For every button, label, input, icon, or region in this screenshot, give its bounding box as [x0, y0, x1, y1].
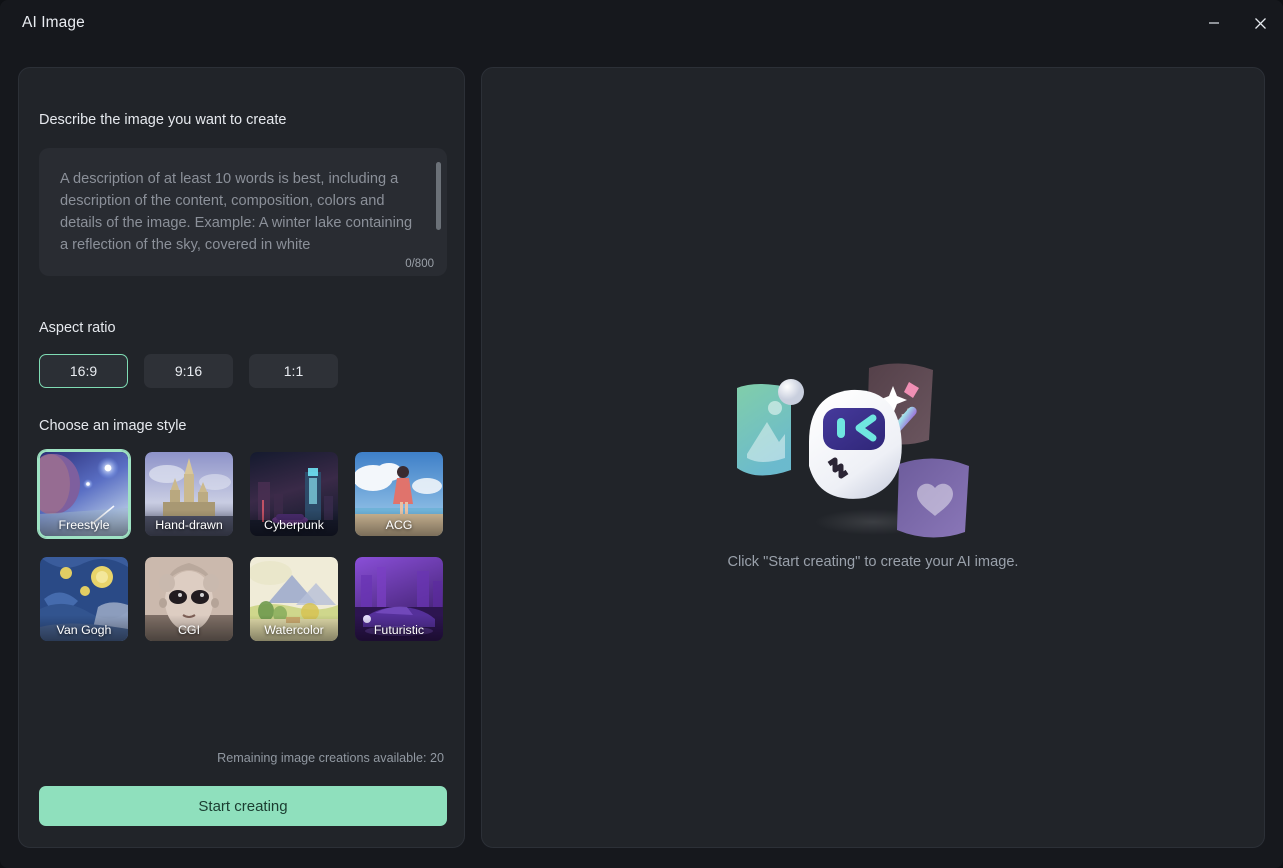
- style-card-cgi-label: CGI: [177, 623, 201, 637]
- style-card-cyberpunk-label: Cyberpunk: [264, 518, 324, 532]
- aspect-ratio-16-9-label: 16:9: [69, 363, 98, 379]
- remaining-credits-text: Remaining image creations available: 20: [217, 751, 444, 765]
- prompt-label: Describe the image you want to create: [39, 112, 287, 128]
- prompt-input[interactable]: A description of at least 10 words is be…: [39, 148, 447, 276]
- minimize-button[interactable]: [1191, 0, 1237, 46]
- ai-robot-illustration: [723, 346, 1023, 546]
- style-card-futuristic[interactable]: Futuristic: [353, 555, 445, 643]
- aspect-ratio-16-9[interactable]: 16:9: [39, 354, 128, 388]
- style-card-van-gogh[interactable]: Van Gogh: [38, 555, 130, 643]
- style-card-cgi[interactable]: CGI: [143, 555, 235, 643]
- style-card-freestyle-label: Freestyle: [58, 518, 110, 532]
- aspect-ratio-1-1[interactable]: 1:1: [249, 354, 338, 388]
- image-style-grid: Freestyle Hand-drawn Cyberpunk ACG Van G…: [38, 450, 450, 643]
- style-card-hand-drawn[interactable]: Hand-drawn: [143, 450, 235, 538]
- style-card-acg-label: ACG: [385, 518, 413, 532]
- style-card-van-gogh-label: Van Gogh: [56, 623, 112, 637]
- settings-panel: Describe the image you want to create A …: [18, 67, 465, 848]
- aspect-ratio-label: Aspect ratio: [39, 320, 116, 336]
- prompt-placeholder-text: A description of at least 10 words is be…: [60, 171, 417, 253]
- aspect-ratio-group: 16:9 9:16 1:1: [39, 354, 338, 388]
- style-card-watercolor-label: Watercolor: [264, 623, 324, 637]
- aspect-ratio-1-1-label: 1:1: [283, 363, 304, 379]
- style-card-freestyle[interactable]: Freestyle: [38, 450, 130, 538]
- close-button[interactable]: [1237, 0, 1283, 46]
- style-card-cyberpunk[interactable]: Cyberpunk: [248, 450, 340, 538]
- window-content: Describe the image you want to create A …: [0, 46, 1283, 868]
- style-card-watercolor[interactable]: Watercolor: [248, 555, 340, 643]
- style-card-hand-drawn-label: Hand-drawn: [155, 518, 223, 532]
- start-creating-button[interactable]: Start creating: [39, 786, 447, 826]
- aspect-ratio-9-16[interactable]: 9:16: [144, 354, 233, 388]
- ai-image-window: AI Image Describe the image you want to …: [0, 0, 1283, 868]
- heart-card: [897, 457, 969, 538]
- minimize-icon: [1209, 22, 1219, 24]
- image-style-label: Choose an image style: [39, 418, 187, 434]
- window-controls: [1191, 0, 1283, 46]
- title-bar: AI Image: [0, 0, 1283, 46]
- preview-empty-state: Click "Start creating" to create your AI…: [482, 68, 1264, 847]
- prompt-scrollbar[interactable]: [436, 162, 441, 230]
- style-card-acg[interactable]: ACG: [353, 450, 445, 538]
- style-card-futuristic-label: Futuristic: [373, 623, 425, 637]
- close-icon: [1254, 17, 1266, 29]
- window-title: AI Image: [22, 14, 85, 31]
- preview-panel: Click "Start creating" to create your AI…: [481, 67, 1265, 848]
- aspect-ratio-9-16-label: 9:16: [174, 363, 203, 379]
- character-counter: 0/800: [405, 258, 434, 270]
- robot-mascot: [809, 389, 902, 499]
- preview-empty-hint: Click "Start creating" to create your AI…: [727, 553, 1019, 570]
